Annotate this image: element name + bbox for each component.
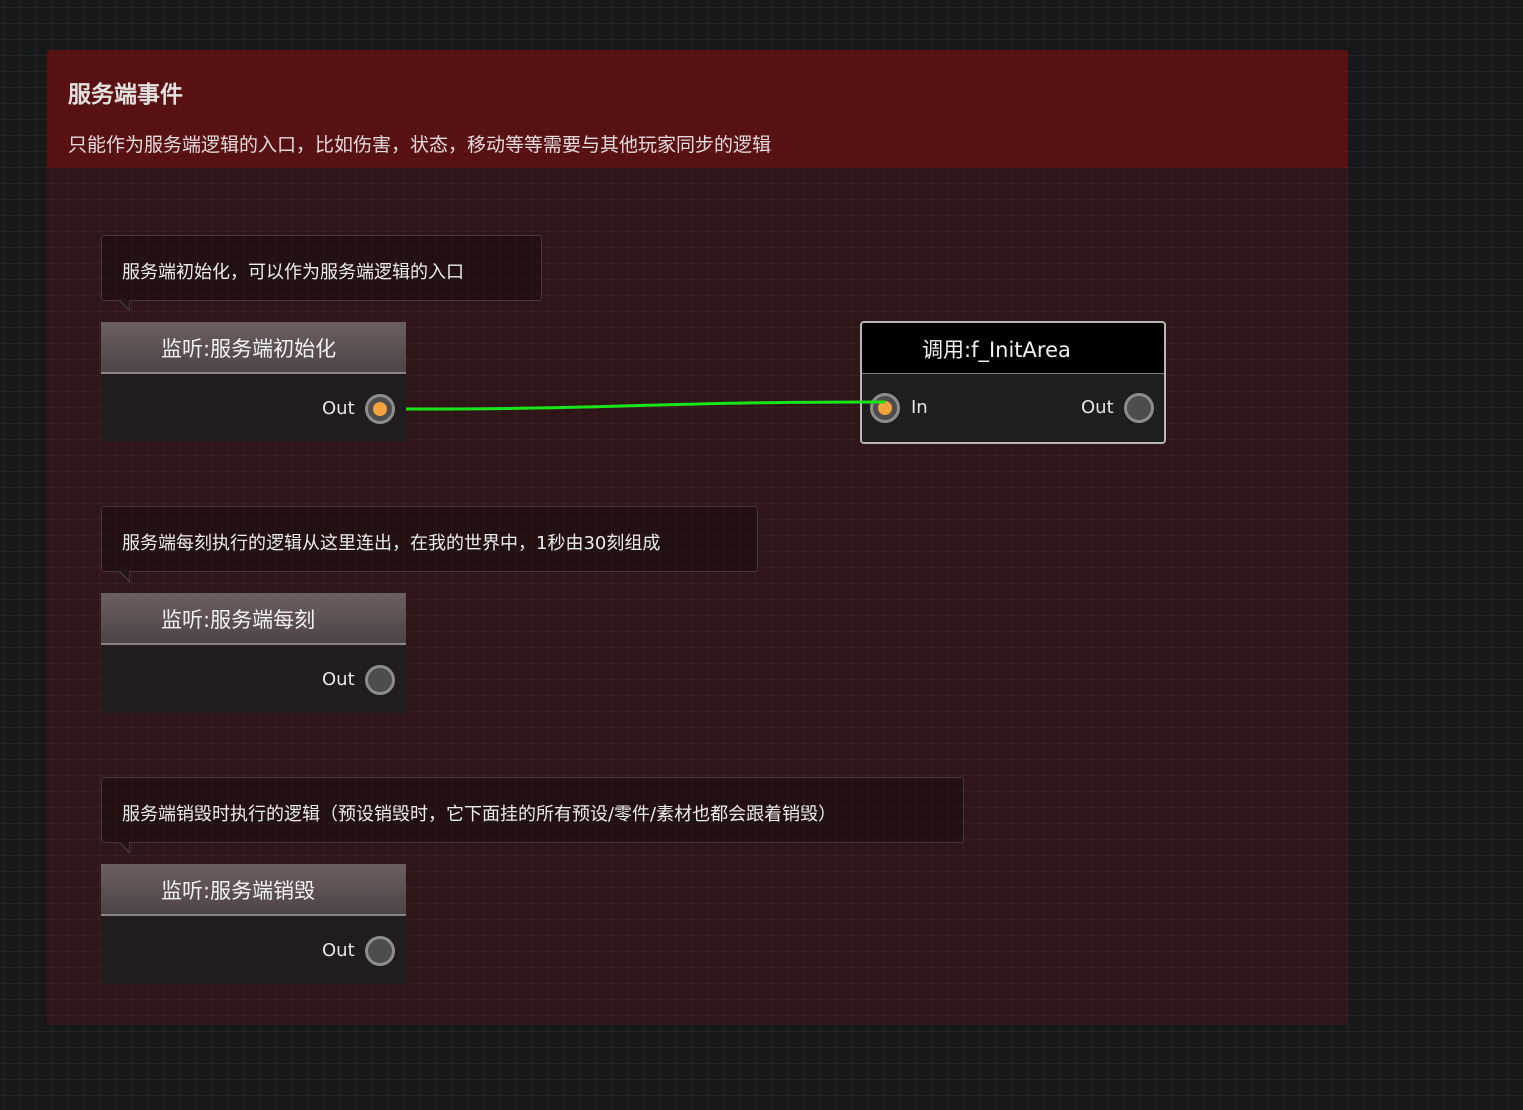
comment-bubble[interactable]: 服务端初始化，可以作为服务端逻辑的入口 [101,235,542,312]
node-title: 监听:服务端销毁 [161,879,316,903]
node-header[interactable]: 监听:服务端销毁 [101,864,406,916]
node-body: In Out [862,374,1164,442]
in-port-label: In [911,397,928,418]
out-port[interactable] [365,936,395,966]
out-port-label: Out [322,669,355,690]
event-node-server-tick[interactable]: 监听:服务端每刻 Out [101,593,406,713]
out-port[interactable] [365,665,395,695]
event-node-server-init[interactable]: 监听:服务端初始化 Out [101,322,406,442]
comment-tail [118,841,130,854]
out-port[interactable] [365,394,395,424]
node-title: 监听:服务端初始化 [161,337,337,361]
out-port-label: Out [322,940,355,961]
node-title: 调用:f_InitArea [922,338,1071,362]
group-header[interactable]: 服务端事件 只能作为服务端逻辑的入口，比如伤害，状态，移动等等需要与其他玩家同步… [47,50,1348,168]
node-body: Out [101,374,406,442]
group-description: 只能作为服务端逻辑的入口，比如伤害，状态，移动等等需要与其他玩家同步的逻辑 [68,134,772,156]
in-port[interactable] [870,393,900,423]
comment-tail [118,570,130,583]
comment-bubble[interactable]: 服务端每刻执行的逻辑从这里连出，在我的世界中，1秒由30刻组成 [101,506,758,583]
out-port[interactable] [1124,393,1154,423]
node-body: Out [101,916,406,984]
node-header[interactable]: 监听:服务端每刻 [101,593,406,645]
node-body: Out [101,645,406,713]
out-port-label: Out [322,398,355,419]
node-title: 监听:服务端每刻 [161,608,316,632]
comment-text: 服务端每刻执行的逻辑从这里连出，在我的世界中，1秒由30刻组成 [122,533,661,554]
group-title: 服务端事件 [68,82,183,108]
call-node-f-initarea[interactable]: 调用:f_InitArea In Out [860,321,1166,444]
comment-text: 服务端销毁时执行的逻辑（预设销毁时，它下面挂的所有预设/零件/素材也都会跟着销毁… [122,804,837,825]
comment-tail [118,299,130,312]
comment-bubble[interactable]: 服务端销毁时执行的逻辑（预设销毁时，它下面挂的所有预设/零件/素材也都会跟着销毁… [101,777,964,854]
node-header[interactable]: 监听:服务端初始化 [101,322,406,374]
node-header[interactable]: 调用:f_InitArea [862,323,1164,374]
event-node-server-destroy[interactable]: 监听:服务端销毁 Out [101,864,406,984]
out-port-label: Out [1081,397,1114,418]
comment-text: 服务端初始化，可以作为服务端逻辑的入口 [122,262,464,283]
